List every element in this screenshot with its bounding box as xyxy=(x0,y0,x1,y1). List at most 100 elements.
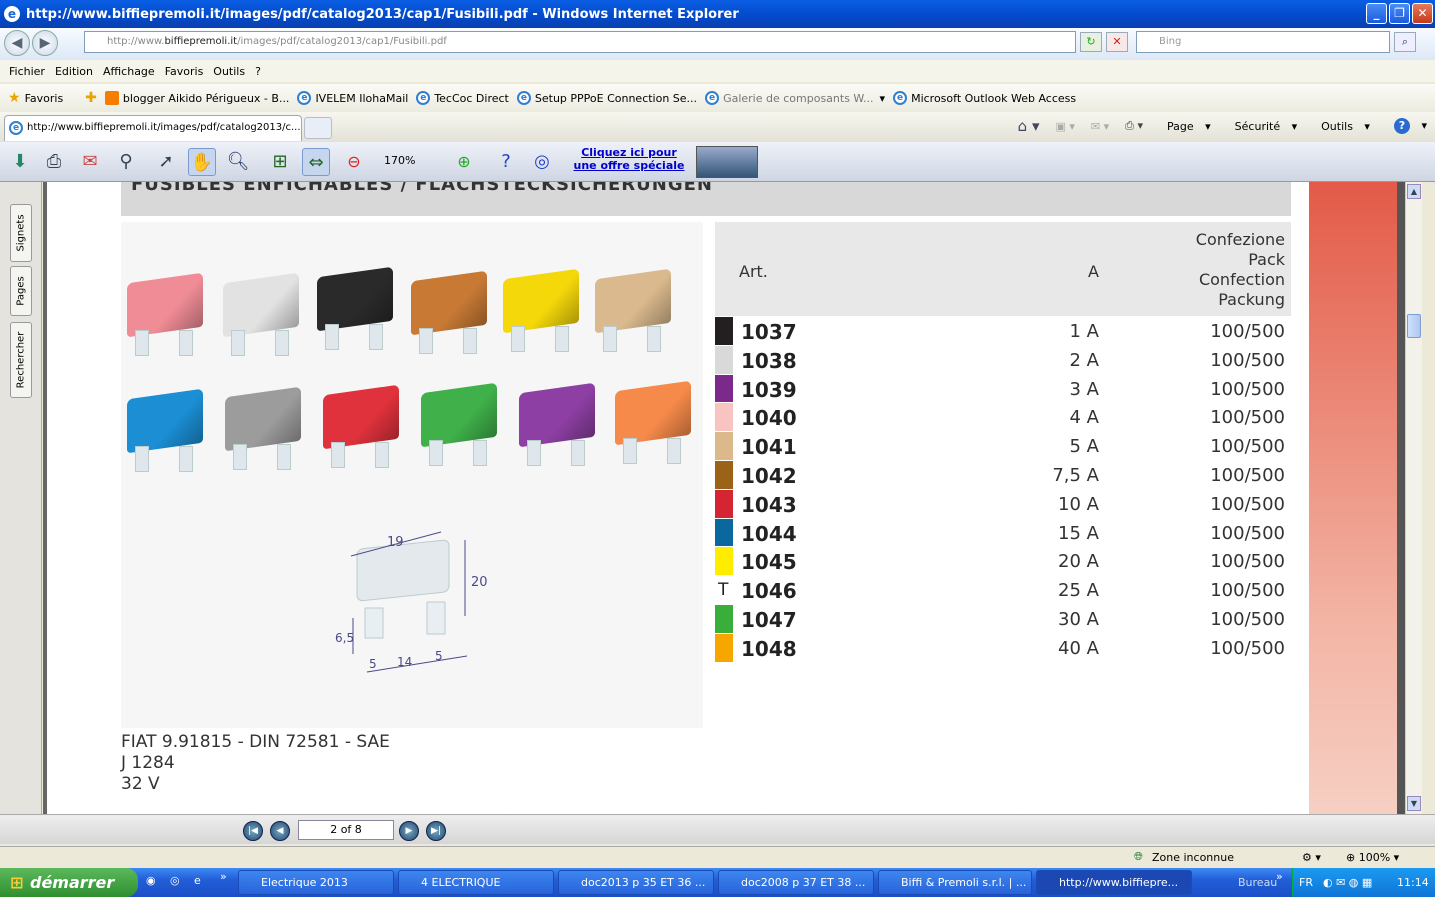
task-doc2013[interactable]: doc2013 p 35 ET 36 ... xyxy=(558,870,714,895)
header-pack-line: Confezione xyxy=(1195,230,1285,249)
desktop-toolbar-label[interactable]: Bureau xyxy=(1238,876,1277,889)
menu-outils[interactable]: Outils xyxy=(208,65,250,78)
zoom-out-icon[interactable]: ⊖ xyxy=(340,148,368,176)
last-page-icon[interactable]: ▶| xyxy=(426,821,446,841)
fav-item-galerie[interactable]: e Galerie de composants W... ▾ xyxy=(705,91,885,105)
task-doc2008[interactable]: doc2008 p 37 ET 38 ... xyxy=(718,870,874,895)
quicklaunch-more-icon[interactable]: » xyxy=(220,870,227,883)
fav-item-ivelem[interactable]: e IVELEM IlohaMail xyxy=(297,91,408,105)
zoom-control[interactable]: ⊕ 100% ▾ xyxy=(1346,851,1399,864)
menu-help[interactable]: ? xyxy=(250,65,266,78)
navigation-panel: Signets Pages Rechercher xyxy=(0,182,42,814)
vertical-scrollbar[interactable]: ▲ ▼ xyxy=(1405,182,1422,814)
task-ie-current[interactable]: http://www.biffiepre... xyxy=(1036,870,1192,895)
tray-icons[interactable]: ◐ ✉ ◍ ▦ xyxy=(1323,868,1372,897)
zoom-value: 100% xyxy=(1358,851,1391,864)
email-icon[interactable]: ✉ xyxy=(76,148,104,176)
task-4-electrique[interactable]: 4 ELECTRIQUE xyxy=(398,870,554,895)
fit-width-icon[interactable]: ⇔ xyxy=(302,148,330,176)
start-label: démarrer xyxy=(30,873,115,892)
zoom-tool-icon[interactable]: 🔍︎ xyxy=(224,148,252,176)
chrome-icon[interactable]: ◎ xyxy=(170,874,180,887)
first-page-icon[interactable]: |◀ xyxy=(243,821,263,841)
promo-image[interactable] xyxy=(696,146,758,178)
help-icon[interactable]: ? xyxy=(492,148,520,176)
stop-icon[interactable]: ✕ xyxy=(1106,32,1128,52)
find-icon[interactable]: ⚲ xyxy=(112,148,140,176)
scroll-up-arrow[interactable]: ▲ xyxy=(1407,184,1421,199)
zoom-level[interactable]: 170% xyxy=(384,154,415,167)
new-tab-button[interactable] xyxy=(304,117,332,139)
address-prefix: http://www. xyxy=(107,36,165,47)
next-page-icon[interactable]: ▶ xyxy=(399,821,419,841)
fav-item-blogger[interactable]: blogger Aikido Périgueux - B... xyxy=(104,91,289,105)
address-bar[interactable]: http://www.biffiepremoli.it/images/pdf/c… xyxy=(84,31,1076,53)
address-domain: biffiepremoli.it xyxy=(164,36,238,47)
scroll-thumb[interactable] xyxy=(1407,314,1421,338)
search-input[interactable]: Bing xyxy=(1136,31,1390,53)
home-icon[interactable]: ⌂ ▾ xyxy=(1018,117,1040,135)
search-icon[interactable]: ⌕ xyxy=(1394,32,1416,52)
firefox-icon[interactable]: ◉ xyxy=(146,874,156,887)
ie-icon: e xyxy=(416,91,431,105)
refresh-icon[interactable]: ↻ xyxy=(1080,32,1102,52)
print-icon[interactable]: ⎙ xyxy=(40,148,68,176)
fuse-picture xyxy=(499,266,585,362)
fuse-dimension-drawing: 19 20 6,5 5 14 5 xyxy=(335,531,488,673)
hand-tool-icon[interactable]: ✋ xyxy=(188,148,216,176)
task-biffi-premoli[interactable]: Biffi & Premoli s.r.l. | ... xyxy=(878,870,1032,895)
more-icon[interactable]: » xyxy=(1276,870,1283,883)
page-number-input[interactable]: 2 of 8 xyxy=(298,820,394,840)
promo-link[interactable]: Cliquez ici pour une offre spéciale xyxy=(572,146,686,172)
task-electrique-2013[interactable]: Electrique 2013 xyxy=(238,870,394,895)
tab-rechercher[interactable]: Rechercher xyxy=(10,322,32,398)
maximize-button[interactable]: ❐ xyxy=(1389,3,1410,24)
amperage: 5 A xyxy=(1069,436,1100,458)
color-swatch xyxy=(715,518,733,547)
close-button[interactable]: ✕ xyxy=(1412,3,1433,24)
menu-affichage[interactable]: Affichage xyxy=(98,65,160,78)
dim-height: 20 xyxy=(471,575,488,590)
page-menu[interactable]: Page ▾ xyxy=(1159,120,1211,133)
color-swatch xyxy=(715,403,733,432)
fav-label: Microsoft Outlook Web Access xyxy=(911,91,1077,105)
prev-page-icon[interactable]: ◀ xyxy=(270,821,290,841)
amperage: 4 A xyxy=(1069,407,1100,429)
mail-icon[interactable]: ✉ ▾ xyxy=(1091,120,1109,133)
fit-page-icon[interactable]: ⊞ xyxy=(266,148,294,176)
zoom-in-icon[interactable]: ⊕ xyxy=(450,148,478,176)
start-button[interactable]: ⊞ démarrer xyxy=(0,868,138,897)
menu-favoris[interactable]: Favoris xyxy=(160,65,209,78)
favorites-button[interactable]: ★ Favoris xyxy=(8,90,63,106)
fav-item-pppoe[interactable]: e Setup PPPoE Connection Se... xyxy=(516,91,697,105)
menu-fichier[interactable]: Fichier xyxy=(4,65,50,78)
tab-current[interactable]: e http://www.biffiepremoli.it/images/pdf/… xyxy=(4,115,302,141)
fav-item-teccoc[interactable]: e TecCoc Direct xyxy=(416,91,509,105)
language-indicator[interactable]: FR xyxy=(1299,868,1313,897)
menu-edition[interactable]: Edition xyxy=(50,65,98,78)
security-menu[interactable]: Sécurité ▾ xyxy=(1227,120,1297,133)
tab-signets[interactable]: Signets xyxy=(10,204,32,262)
protected-mode-icon[interactable]: ⚙ ▾ xyxy=(1302,851,1321,864)
tab-pages[interactable]: Pages xyxy=(10,266,32,316)
blogger-icon xyxy=(104,91,119,105)
dim-a: 5 xyxy=(369,657,377,671)
save-icon[interactable]: ⬇ xyxy=(6,148,34,176)
article-number: 1039 xyxy=(741,377,797,402)
help-icon[interactable]: ? ▾ xyxy=(1386,118,1427,134)
print-icon[interactable]: ⎙ ▾ xyxy=(1125,119,1143,133)
feeds-icon[interactable]: ▣ ▾ xyxy=(1056,120,1075,133)
select-tool-icon[interactable]: ➚ xyxy=(152,148,180,176)
amperage: 1 A xyxy=(1069,321,1100,342)
adobe-icon[interactable]: ◎ xyxy=(528,148,556,176)
ie-quicklaunch-icon[interactable]: e xyxy=(194,874,201,887)
forward-button[interactable]: ▶ xyxy=(32,30,58,56)
color-swatch xyxy=(715,489,733,518)
tab-label: Pages xyxy=(15,276,27,306)
back-button[interactable]: ◀ xyxy=(4,30,30,56)
tools-menu[interactable]: Outils ▾ xyxy=(1313,120,1370,133)
add-favorite-icon[interactable]: ✚ xyxy=(85,90,97,106)
minimize-button[interactable]: _ xyxy=(1366,3,1387,24)
scroll-down-arrow[interactable]: ▼ xyxy=(1407,796,1421,811)
fav-item-outlook[interactable]: e Microsoft Outlook Web Access xyxy=(893,91,1076,105)
